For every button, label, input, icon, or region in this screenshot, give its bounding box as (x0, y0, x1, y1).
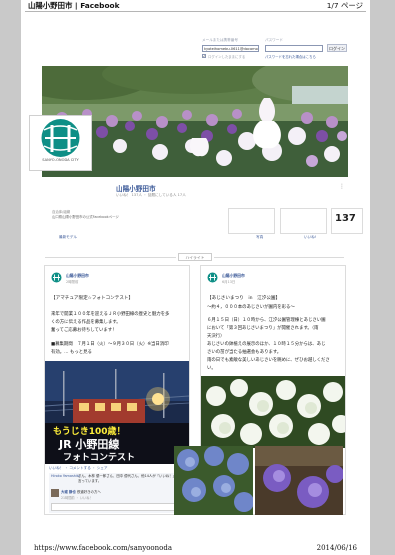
post-text-line: い。 (207, 366, 216, 371)
logo-caption: SANYO-ONODA CITY (42, 158, 79, 162)
post-text-line[interactable]: 有効。… もっと見る (51, 349, 92, 355)
commenter-avatar[interactable] (51, 489, 59, 497)
post-image-blue-hydrangea[interactable] (174, 446, 253, 515)
post-text-line: 天決行） (207, 334, 225, 339)
highlight-button[interactable]: ハイライト (178, 253, 212, 261)
tab-timeline[interactable]: 最新モデル (59, 235, 77, 240)
tab-photos[interactable]: 写真 (256, 235, 263, 240)
friends-tile[interactable] (280, 208, 327, 234)
post-text-line: くの方に伝える作品を募集します。 (51, 320, 121, 325)
comment-text: 鉄道好きの方へ (77, 490, 101, 494)
liker-name[interactable]: Hiroko Yamashita (51, 474, 80, 478)
forgot-password-link[interactable]: パスワードを忘れた場合はこちら (265, 54, 316, 59)
email-field[interactable]: kyoteihomebu.0611@docomo (202, 45, 259, 52)
password-label: パスワード (265, 38, 283, 42)
page-stats: いいね！ 137人 ・ 話題にしている人 17人 (116, 193, 186, 197)
login-form: メールまたは携帯番号 パスワード kyoteihomebu.0611@docom… (202, 38, 348, 68)
post-text-line: 雨の日でも素敵な美しいあじさいを眺めに、ぜひお越しくださ (207, 358, 330, 363)
post-text-line: において「第３回あじさいまつり」が開催されます。（雨 (207, 326, 319, 331)
image-caption-line3: フォトコンテスト (63, 453, 136, 463)
login-button[interactable]: ログイン (327, 44, 347, 52)
footer-url: https://www.facebook.com/sanyoonoda (34, 544, 173, 552)
about-text: 山口県山陽小野田市の公式Facebookページ (52, 215, 119, 219)
photos-tile[interactable] (228, 208, 275, 234)
post-actions[interactable]: いいね！ ・ コメントする ・ シェア (49, 466, 107, 471)
commenter-name[interactable]: 大城 静也 (61, 489, 76, 494)
post-title: 【アマチュア限定☆フォトコンテスト】 (51, 296, 134, 301)
post-photo-contest: 山陽小野田市 2時間前 【アマチュア限定☆フォトコンテスト】 来年で開業１００年… (44, 265, 190, 515)
post-text-line: ～約４，０００本のあじさいが園内を彩る～ (207, 305, 295, 310)
email-label: メールまたは携帯番号 (202, 38, 238, 42)
keep-logged-in-label: ログインしたままにする (208, 55, 246, 59)
password-field[interactable] (265, 45, 323, 52)
post-image-train[interactable]: もうじき100歳！ JR 小野田線 フォトコンテスト (45, 361, 189, 464)
likes-count: 137 (335, 213, 356, 224)
keep-logged-in-checkbox[interactable]: ✓ (202, 54, 206, 58)
profile-picture[interactable]: SANYO-ONODA CITY (29, 115, 92, 171)
post-text-line: ■募集期間 ７月１日（火）～９月３０日（火）※当日消印 (51, 342, 169, 347)
divider-left (45, 257, 176, 258)
page-title: 山陽小野田市 | Facebook (28, 1, 120, 10)
comment-area: Hiroko Yamashita さん、木林 優一郎さん、田中 優代さん、他14… (49, 473, 181, 513)
page-avatar-icon[interactable] (51, 272, 62, 283)
post-image-white-hydrangea[interactable] (201, 376, 345, 448)
post-date[interactable]: 6月13日 (222, 279, 235, 284)
post-image-purple-hydrangea[interactable] (255, 446, 343, 515)
more-options-icon[interactable]: ⋮ (339, 183, 345, 190)
post-text-line: 来年で開業１００年を迎えるＪＲ小野田線の歴史と魅力を多 (51, 312, 170, 317)
footer-date: 2014/06/16 (316, 544, 357, 552)
post-text-line: 奮ってご応募お待ちしています！ (51, 328, 117, 333)
post-title: 【あじさいまつり in 江汐公園】 (207, 296, 281, 301)
comment-input[interactable] (51, 503, 179, 511)
tab-likes[interactable]: いいね! (304, 235, 316, 240)
likes-summary: さん、木林 優一郎さん、田中 優代さん、他14人が「いいね！」と言っています。 (78, 474, 180, 483)
page-name[interactable]: 山陽小野田市 (116, 183, 156, 193)
page-avatar-icon[interactable] (207, 272, 218, 283)
post-text-line: ６月１５日（日）１０時から、江汐公園管理棟とあじさい園 (207, 318, 326, 323)
comment-time[interactable]: 21時間前 ・ いいね！ (61, 495, 93, 500)
post-date[interactable]: 2時間前 (66, 279, 78, 284)
post-text-line: さいの苗が当たる抽選会もあります。 (207, 350, 282, 355)
header-divider (25, 11, 366, 12)
post-text-line: あじさいの鉢植えの展示のほか、１０時１５分からは、あじ (207, 342, 326, 347)
divider-right (214, 257, 344, 258)
page-indicator: 1/7 ページ (326, 1, 363, 10)
printed-page: 山陽小野田市 | Facebook 1/7 ページ メールまたは携帯番号 パスワ… (21, 0, 370, 555)
